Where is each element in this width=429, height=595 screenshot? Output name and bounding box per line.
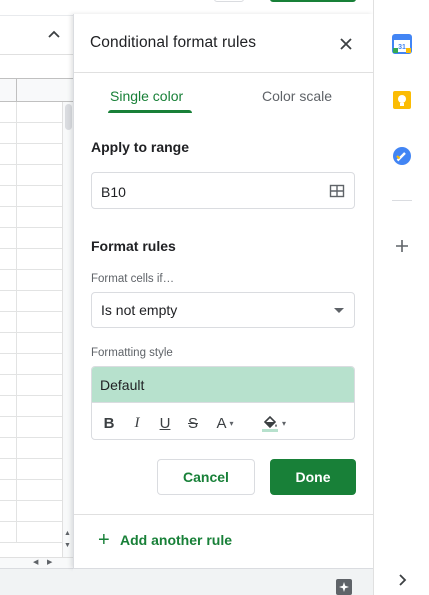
cell-grid[interactable]	[0, 102, 62, 557]
scroll-thumb[interactable]	[65, 104, 72, 130]
style-preview-text: Default	[100, 377, 145, 393]
underline-button[interactable]: U	[156, 413, 174, 433]
text-color-icon: A	[216, 414, 227, 432]
formatting-style-box: Default B I U S A ▾ ▾	[91, 366, 355, 440]
chevron-down-icon: ▾	[229, 418, 234, 428]
apply-to-range-label: Apply to range	[91, 139, 190, 155]
strikethrough-button[interactable]: S	[184, 413, 202, 433]
format-rules-label: Format rules	[91, 238, 176, 254]
expand-panel-icon[interactable]	[392, 570, 412, 590]
sheet-footer	[0, 568, 73, 595]
fill-color-icon	[261, 415, 278, 432]
active-tab-indicator	[108, 110, 192, 113]
divider	[74, 514, 374, 515]
side-panel-rail: 31	[373, 0, 429, 595]
panel-title: Conditional format rules	[90, 34, 257, 51]
scroll-right-arrow-icon[interactable]: ▶	[47, 558, 52, 566]
top-toolbar-button[interactable]	[214, 0, 244, 2]
close-icon	[340, 38, 352, 50]
bold-button[interactable]: B	[100, 413, 118, 433]
bottom-bar	[73, 568, 373, 595]
vertical-scrollbar[interactable]: ▲ ▼	[62, 102, 73, 557]
toolbar-ribbon	[0, 15, 73, 55]
scroll-down-arrow-icon[interactable]: ▼	[64, 542, 71, 549]
share-button[interactable]	[270, 0, 356, 2]
range-input[interactable]: B10	[91, 172, 355, 209]
add-icon[interactable]	[392, 236, 412, 256]
explore-button[interactable]	[336, 579, 352, 595]
tab-single-color[interactable]: Single color	[110, 88, 183, 104]
style-preview[interactable]: Default	[92, 367, 354, 402]
italic-button[interactable]: I	[128, 413, 146, 433]
dropdown-caret-icon	[334, 308, 344, 313]
scroll-up-arrow-icon[interactable]: ▲	[64, 530, 71, 537]
chevron-down-icon: ▾	[281, 418, 286, 428]
explore-icon	[339, 582, 349, 592]
condition-value: Is not empty	[101, 302, 178, 318]
tab-color-scale[interactable]: Color scale	[262, 88, 332, 104]
keep-icon[interactable]	[392, 90, 412, 110]
formatting-style-label: Formatting style	[91, 347, 173, 359]
spreadsheet-area: ▲ ▼ ◀ ▶	[0, 0, 73, 595]
style-toolbar: B I U S A ▾ ▾	[92, 402, 354, 439]
range-value[interactable]: B10	[101, 184, 126, 200]
fill-color-button[interactable]: ▾	[256, 413, 290, 433]
close-button[interactable]	[336, 34, 356, 54]
tasks-icon[interactable]	[392, 146, 412, 166]
calendar-icon[interactable]: 31	[392, 34, 412, 54]
text-color-button[interactable]: A ▾	[210, 413, 240, 433]
horizontal-scrollbar[interactable]: ◀ ▶	[0, 557, 73, 568]
chevron-up-icon[interactable]	[46, 27, 62, 43]
rail-divider	[392, 200, 412, 201]
scroll-left-arrow-icon[interactable]: ◀	[33, 558, 38, 566]
format-cells-if-label: Format cells if…	[91, 273, 175, 285]
done-button[interactable]: Done	[270, 459, 356, 495]
column-header	[0, 78, 73, 103]
add-another-rule-button[interactable]: + Add another rule	[98, 529, 233, 551]
cancel-button[interactable]: Cancel	[157, 459, 255, 495]
rule-type-tabs: Single color Color scale	[74, 74, 374, 116]
add-another-rule-label: Add another rule	[120, 532, 233, 548]
svg-text:31: 31	[398, 44, 406, 51]
panel-header: Conditional format rules	[74, 14, 374, 73]
conditional-format-panel: Conditional format rules Single color Co…	[73, 14, 374, 568]
plus-icon: +	[98, 529, 110, 551]
condition-dropdown[interactable]: Is not empty	[91, 292, 355, 328]
select-range-icon[interactable]	[329, 183, 345, 199]
